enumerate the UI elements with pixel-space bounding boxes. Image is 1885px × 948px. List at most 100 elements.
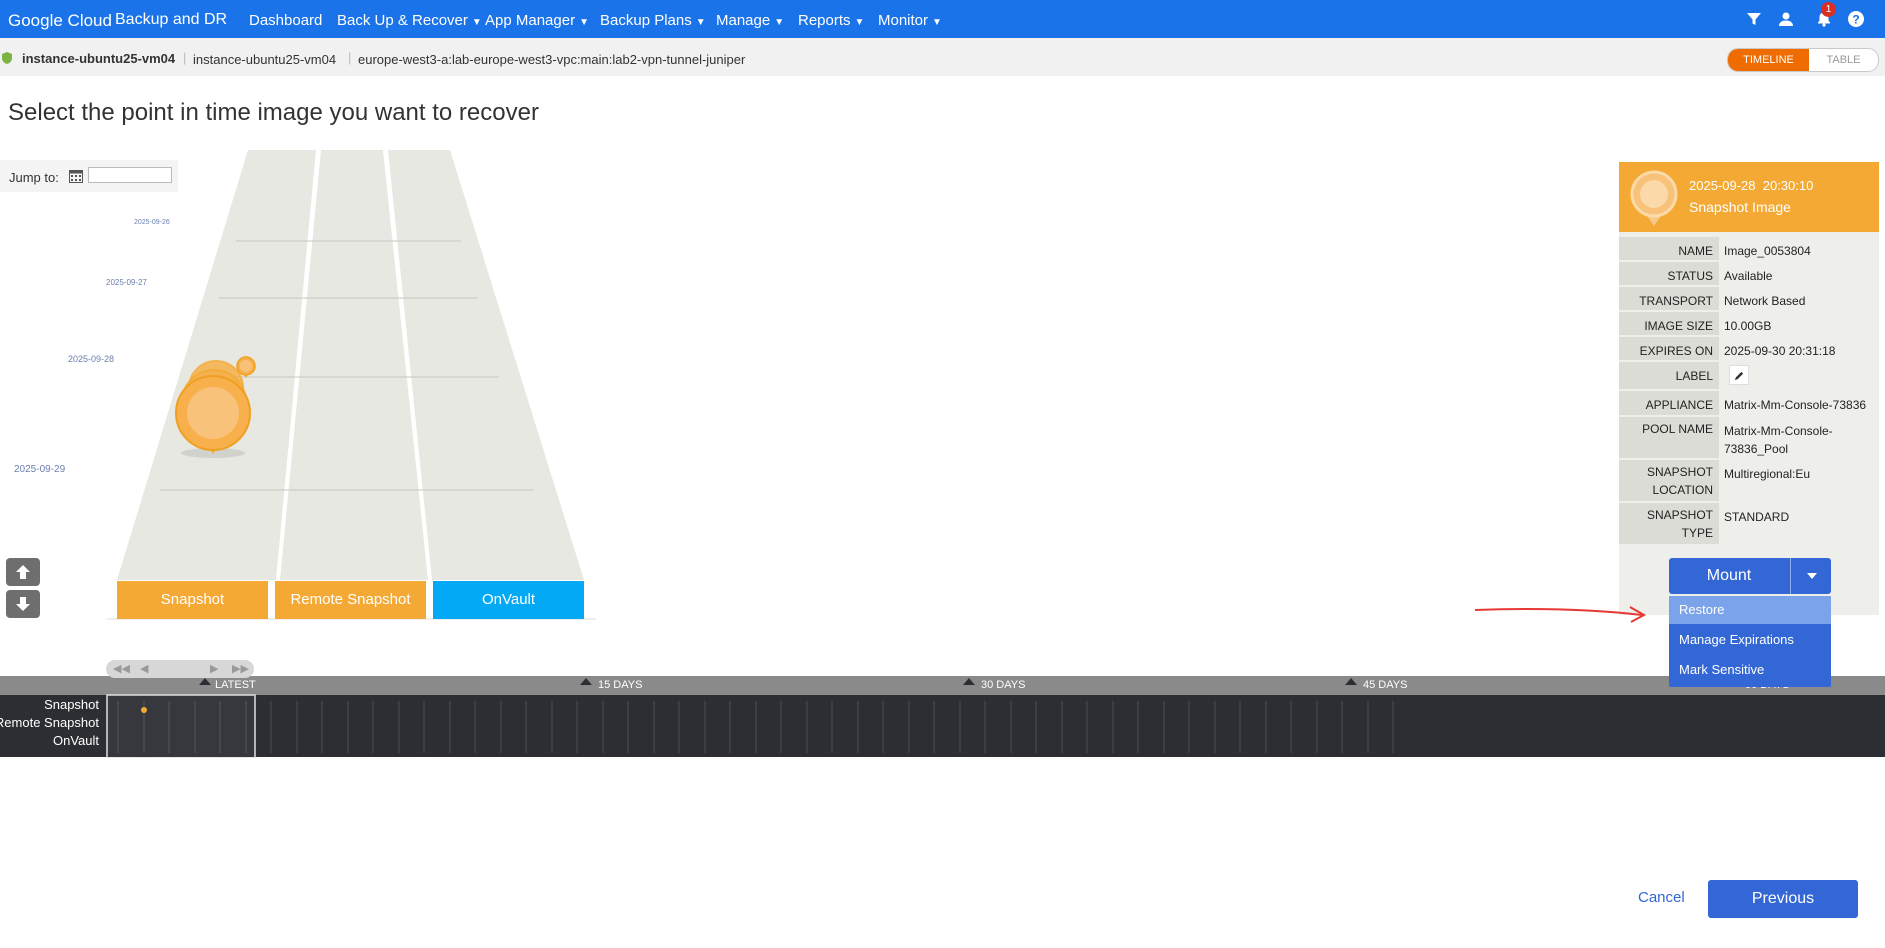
lane-date-label: 2025-09-27	[106, 278, 147, 287]
mount-dropdown-toggle[interactable]	[1790, 558, 1832, 594]
mount-split-button: Mount	[1669, 558, 1831, 594]
view-toggle: TIMELINE TABLE	[1727, 48, 1879, 72]
nav-reports[interactable]: Reports ▼	[798, 12, 864, 29]
timeline-mark-45-days: 45 DAYS	[1363, 679, 1408, 691]
chevron-down-icon: ▼	[932, 17, 942, 28]
timeline-mark-15-days: 15 DAYS	[598, 679, 643, 691]
timeline-row-onvault: OnVault	[52, 733, 99, 748]
notification-badge: 1	[1821, 2, 1836, 17]
property-value: Matrix-Mm-Console-73836	[1724, 398, 1867, 412]
nav-backup-plans-label: Backup Plans	[600, 12, 692, 29]
property-key: NAME	[1619, 237, 1719, 260]
previous-button[interactable]: Previous	[1708, 880, 1858, 918]
property-key: SNAPSHOT LOCATION	[1619, 460, 1719, 501]
lane-label-remote-snapshot[interactable]: Remote Snapshot	[275, 581, 426, 619]
timeline-mark-pointer	[199, 678, 211, 685]
timeline-selection-window[interactable]	[106, 694, 256, 758]
property-value: Image_0053804	[1724, 244, 1811, 258]
timeline-view-button[interactable]: TIMELINE	[1728, 49, 1809, 71]
nav-app-manager[interactable]: App Manager ▼	[485, 12, 589, 29]
google-cloud-logo[interactable]: Google Cloud	[8, 11, 112, 31]
mount-button[interactable]: Mount	[1669, 558, 1789, 594]
timeline-mark-pointer	[963, 678, 975, 685]
chevron-down-icon: ▼	[774, 17, 785, 28]
chevron-down-icon: ▼	[471, 17, 482, 28]
image-details-header: 2025-09-28 20:30:10 Snapshot Image	[1619, 162, 1879, 232]
breadcrumb-separator: |	[183, 50, 187, 65]
timeline-row-remote-snapshot: Remote Snapshot	[0, 715, 99, 730]
chevron-down-icon: ▼	[695, 17, 706, 28]
menu-item-manage-expirations[interactable]: Manage Expirations	[1669, 626, 1831, 654]
image-type: Snapshot Image	[1689, 199, 1791, 215]
timeline-mark-pointer	[1345, 678, 1357, 685]
filter-icon[interactable]	[1744, 9, 1764, 29]
property-key: TRANSPORT	[1619, 287, 1719, 310]
lane-date-label: 2025-09-29	[14, 464, 66, 475]
chevron-down-icon: ▼	[579, 17, 589, 28]
instance-path: europe-west3-a:lab-europe-west3-vpc:main…	[358, 52, 746, 67]
step-back-icon[interactable]: ◀	[140, 662, 148, 675]
timeline-row-snapshot: Snapshot	[44, 697, 99, 712]
nav-monitor[interactable]: Monitor ▼	[878, 12, 942, 29]
property-key: POOL NAME	[1619, 417, 1719, 458]
nav-back-up-recover-label: Back Up & Recover	[337, 12, 468, 29]
mount-options-menu: Restore Manage Expirations Mark Sensitiv…	[1669, 596, 1831, 687]
property-value: 10.00GB	[1724, 319, 1772, 333]
timeline-graphics	[106, 678, 1738, 758]
help-icon[interactable]: ?	[1846, 9, 1866, 29]
nav-back-up-recover[interactable]: Back Up & Recover ▼	[337, 12, 482, 29]
image-details-card: 2025-09-28 20:30:10 Snapshot Image NAME I…	[1619, 162, 1879, 615]
breadcrumb-separator: |	[348, 50, 352, 65]
nav-monitor-label: Monitor	[878, 12, 929, 29]
lane-label-snapshot[interactable]: Snapshot	[117, 581, 268, 619]
image-time: 20:30:10	[1762, 178, 1814, 193]
timeline-day-ticks	[117, 701, 1394, 753]
property-key: IMAGE SIZE	[1619, 312, 1719, 335]
nav-app-manager-label: App Manager	[485, 12, 576, 29]
nav-dashboard-label: Dashboard	[249, 12, 323, 29]
product-name[interactable]: Backup and DR	[115, 11, 227, 29]
timeline-snapshot-dot[interactable]	[141, 707, 147, 713]
timeline-mark-pointer	[580, 678, 592, 685]
lane-date-label: 2025-09-26	[134, 219, 170, 226]
scroll-up-button[interactable]	[6, 558, 40, 586]
menu-item-mark-sensitive[interactable]: Mark Sensitive	[1669, 656, 1831, 684]
page-title: Select the point in time image you want …	[8, 99, 539, 126]
cancel-link[interactable]: Cancel	[1638, 889, 1685, 906]
protected-shield-icon	[2, 52, 12, 64]
arrow-up-icon	[16, 565, 30, 579]
pencil-icon	[1734, 371, 1743, 380]
property-value: 2025-09-30 20:31:18	[1724, 344, 1836, 358]
arrow-down-icon	[16, 597, 30, 611]
nav-reports-label: Reports	[798, 12, 851, 29]
image-date: 2025-09-28	[1689, 178, 1756, 193]
step-forward-icon[interactable]: ▶	[210, 662, 218, 675]
annotation-arrow	[1474, 606, 1647, 623]
property-key: LABEL	[1619, 362, 1719, 389]
breadcrumb-bar: instance-ubuntu25-vm04 | instance-ubuntu…	[0, 38, 1885, 76]
instance-name-secondary: instance-ubuntu25-vm04	[193, 52, 337, 67]
table-view-button[interactable]: TABLE	[1809, 49, 1878, 71]
timeline-mark-latest: LATEST	[215, 679, 256, 691]
nav-manage[interactable]: Manage ▼	[716, 12, 784, 29]
property-value: Multiregional:Eu	[1724, 467, 1811, 481]
property-value: STANDARD	[1724, 510, 1790, 524]
menu-item-restore[interactable]: Restore	[1669, 596, 1831, 624]
jump-start-icon[interactable]: ◀◀	[113, 662, 130, 675]
svg-text:?: ?	[1852, 13, 1859, 27]
nav-backup-plans[interactable]: Backup Plans ▼	[600, 12, 706, 29]
nav-dashboard[interactable]: Dashboard	[249, 12, 322, 29]
scroll-down-button[interactable]	[6, 590, 40, 618]
chevron-down-icon: ▼	[854, 17, 865, 28]
instance-name: instance-ubuntu25-vm04	[22, 51, 176, 66]
image-datetime: 2025-09-28 20:30:10	[1689, 178, 1813, 193]
snapshot-pin-icon	[1630, 170, 1678, 226]
lane-label-onvault[interactable]: OnVault	[433, 581, 584, 619]
property-value: Matrix-Mm-Console-73836_Pool	[1724, 424, 1833, 456]
jump-end-icon[interactable]: ▶▶	[232, 662, 249, 675]
top-nav: Google Cloud Backup and DR Dashboard Bac…	[0, 0, 1885, 38]
user-icon[interactable]	[1776, 9, 1796, 29]
edit-label-button[interactable]	[1729, 365, 1749, 385]
timeline-navigator: ◀◀ ◀ ▶ ▶▶	[106, 660, 254, 678]
property-key: SNAPSHOT TYPE	[1619, 503, 1719, 544]
